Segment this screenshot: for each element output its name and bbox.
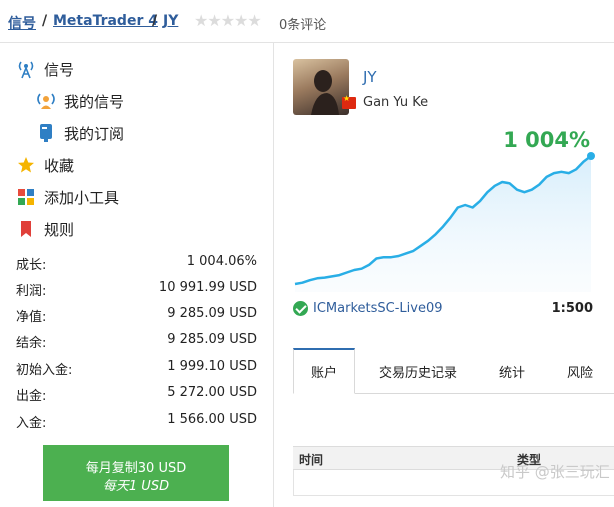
- stat-label: 净值:: [16, 310, 47, 325]
- stat-value: 9 285.09 USD: [167, 332, 257, 347]
- nav-label: 我的信号: [64, 92, 125, 111]
- reviews-count[interactable]: 0条评论: [279, 14, 326, 33]
- nav-item-rules[interactable]: 规则: [16, 217, 74, 241]
- stat-growth: 成长: 1 004.06%: [16, 254, 257, 273]
- breadcrumb-separator: /: [42, 13, 48, 29]
- provider-avatar[interactable]: [293, 59, 349, 115]
- tab-trade-history[interactable]: 交易历史记录: [363, 348, 473, 394]
- signal-author[interactable]: Gan Yu Ke: [363, 95, 428, 110]
- signal-tabs: 账户 交易历史记录 统计 风险: [293, 348, 614, 394]
- nav-item-add-widget[interactable]: 添加小工具: [16, 185, 119, 209]
- breadcrumb-signal-name[interactable]: JY: [163, 13, 178, 29]
- stat-value: 1 566.00 USD: [167, 412, 257, 427]
- my-signal-icon: [36, 91, 56, 111]
- nav-item-my-subscriptions[interactable]: 我的订阅: [36, 121, 124, 145]
- star-icon[interactable]: ★: [194, 11, 208, 30]
- subscribe-copy-button[interactable]: 每月复制30 USD 每天1 USD: [43, 445, 229, 501]
- widget-icon: [16, 187, 36, 207]
- stat-label: 成长:: [16, 258, 47, 273]
- nav-item-favorites[interactable]: 收藏: [16, 153, 74, 177]
- tab-statistics[interactable]: 统计: [487, 348, 537, 394]
- subscription-icon: [36, 123, 56, 143]
- tab-risks[interactable]: 风险: [555, 348, 605, 394]
- stat-equity: 净值: 9 285.09 USD: [16, 306, 257, 325]
- left-sidebar: 信号 我的信号 我的订阅 收藏 添加小工具 规则 成长: 1 004.06% 利…: [0, 43, 274, 507]
- bookmark-icon: [16, 219, 36, 239]
- signal-name[interactable]: JY: [363, 68, 377, 86]
- stat-deposits: 入金: 1 566.00 USD: [16, 412, 257, 431]
- nav-item-signals[interactable]: 信号: [16, 57, 74, 81]
- stat-label: 入金:: [16, 416, 47, 431]
- column-header-time[interactable]: 时间: [299, 451, 323, 468]
- signal-antenna-icon: [16, 59, 36, 79]
- stat-value: 10 991.99 USD: [158, 280, 257, 295]
- rating-stars[interactable]: ★★★★★: [194, 11, 262, 30]
- nav-label: 收藏: [44, 156, 75, 175]
- country-flag-icon: [342, 94, 356, 109]
- stat-balance: 结余: 9 285.09 USD: [16, 332, 257, 351]
- nav-label: 添加小工具: [44, 188, 120, 207]
- breadcrumb-separator: /: [152, 13, 158, 29]
- star-icon: [16, 155, 36, 175]
- star-icon[interactable]: ★: [247, 11, 261, 30]
- stat-label: 利润:: [16, 284, 47, 299]
- top-bar: 信号 / MetaTrader 4 / JY ★★★★★ 0条评论: [0, 0, 614, 43]
- stat-value: 9 285.09 USD: [167, 306, 257, 321]
- stat-value: 1 999.10 USD: [167, 359, 257, 374]
- breadcrumb-mt4-link[interactable]: MetaTrader 4: [53, 13, 158, 29]
- subscribe-monthly-price: 每月复制30 USD: [85, 461, 187, 476]
- nav-label: 规则: [44, 220, 75, 239]
- verified-check-icon: [293, 301, 308, 316]
- stat-label: 初始入金:: [16, 363, 73, 378]
- stat-initial-deposit: 初始入金: 1 999.10 USD: [16, 359, 257, 378]
- growth-percent: 1 004%: [503, 128, 590, 152]
- nav-label: 我的订阅: [64, 124, 125, 143]
- stat-withdrawals: 出金: 5 272.00 USD: [16, 385, 257, 404]
- breadcrumb-signals-link[interactable]: 信号: [8, 13, 36, 33]
- growth-chart: [294, 152, 595, 292]
- chart-end-point: [587, 152, 595, 160]
- subscribe-daily-price: 每天1 USD: [102, 479, 170, 494]
- star-icon[interactable]: ★: [221, 11, 235, 30]
- stat-value: 1 004.06%: [186, 254, 257, 269]
- nav-item-my-signals[interactable]: 我的信号: [36, 89, 124, 113]
- stat-profit: 利润: 10 991.99 USD: [16, 280, 257, 299]
- stat-value: 5 272.00 USD: [167, 385, 257, 400]
- watermark-text: 知乎 @张三玩汇: [500, 463, 610, 481]
- stat-label: 出金:: [16, 389, 47, 404]
- broker-server-link[interactable]: ICMarketsSC-Live09: [313, 301, 442, 316]
- star-icon[interactable]: ★: [234, 11, 248, 30]
- tab-account[interactable]: 账户: [293, 348, 355, 394]
- leverage-value: 1:500: [551, 301, 593, 316]
- nav-label: 信号: [44, 60, 75, 79]
- stat-label: 结余:: [16, 336, 47, 351]
- broker-row: ICMarketsSC-Live09 1:500: [293, 300, 593, 318]
- star-icon[interactable]: ★: [207, 11, 221, 30]
